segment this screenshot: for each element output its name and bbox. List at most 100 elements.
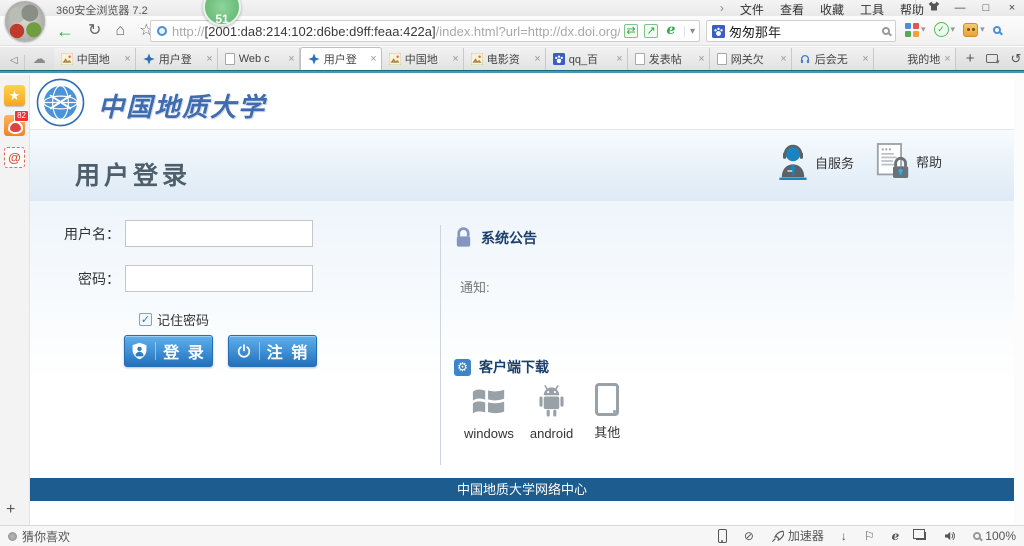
tab-close-icon[interactable]: × [862, 53, 868, 65]
help-link[interactable]: 帮助 [876, 142, 942, 180]
downloads-icon[interactable]: ↓ [841, 530, 847, 542]
login-panel: 用户名： 密码： ✓ 记住密码 登 录 [30, 201, 1014, 478]
sidebar-add-icon[interactable]: + [6, 501, 15, 519]
tab-close-icon[interactable]: × [534, 53, 540, 65]
zoom-control[interactable]: 100% [973, 530, 1016, 542]
tab-4-active[interactable]: 用户登 × [300, 47, 382, 70]
tab-2[interactable]: 用户登 × [136, 48, 218, 70]
tab-10[interactable]: 后会无 × [792, 48, 874, 70]
tab-close-icon[interactable]: × [124, 53, 130, 65]
cloud-sync-icon[interactable]: ☁ [25, 51, 54, 70]
maximize-button[interactable]: □ [978, 0, 994, 16]
tab-3[interactable]: Web c × [218, 48, 300, 70]
remember-password-option[interactable]: ✓ 记住密码 [139, 310, 209, 329]
download-android[interactable]: android [530, 383, 573, 441]
tab-close-icon[interactable]: × [616, 53, 622, 65]
page-favicon-icon [717, 53, 727, 65]
back-icon[interactable]: ← [56, 22, 74, 40]
tab-list-icon[interactable] [986, 54, 998, 63]
download-other[interactable]: 其他 [589, 383, 625, 441]
compatibility-mode-icon[interactable]: e [664, 24, 678, 38]
page-footer: 中国地质大学网络中心 [30, 478, 1014, 501]
username-label: 用户名： [30, 224, 125, 244]
photo-favicon-icon [61, 53, 73, 65]
username-row: 用户名： [30, 220, 313, 247]
self-service-link[interactable]: 自服务 [777, 142, 854, 182]
address-bar[interactable]: http:// [2001:da8:214:102:d6be:d9ff:feaa… [150, 20, 700, 42]
refresh-icon[interactable]: ↻ [88, 23, 101, 39]
skin-theme-icon[interactable] [926, 0, 942, 17]
minimize-button[interactable]: — [952, 0, 968, 16]
ie-mode-icon[interactable]: e [892, 530, 900, 542]
windows-icon [470, 384, 508, 420]
proxy-disabled-icon[interactable]: ⊘ [744, 530, 754, 542]
tab-close-icon[interactable]: × [698, 53, 704, 65]
download-windows[interactable]: windows [464, 384, 514, 441]
chevron-down-icon[interactable]: ▾ [951, 24, 956, 35]
guess-you-like[interactable]: 猜你喜欢 [8, 528, 70, 545]
home-icon[interactable]: ⌂ [115, 23, 125, 39]
tab-close-icon[interactable]: × [206, 53, 212, 65]
tab-scroll-left-icon[interactable]: ◁ [0, 55, 25, 70]
chevron-down-icon[interactable]: ▾ [980, 24, 985, 35]
tab-6[interactable]: 电影资 × [464, 48, 546, 70]
tab-close-icon[interactable]: × [780, 53, 786, 65]
logout-button[interactable]: 注 销 [228, 335, 317, 367]
password-input[interactable] [125, 265, 313, 292]
favorites-sidebar-icon[interactable]: ★ [4, 85, 25, 106]
guess-label: 猜你喜欢 [22, 528, 70, 545]
tab-label: 中国地 [77, 51, 121, 67]
button-divider [155, 342, 156, 360]
window-titlebar: 360安全浏览器 7.2 › 文件 查看 收藏 工具 帮助 — □ × [0, 0, 1024, 16]
security-shield-button[interactable]: ✓ ▾ [932, 20, 958, 39]
tab-11[interactable]: 我的地 × [874, 48, 956, 70]
tab-5[interactable]: 中国地 × [382, 48, 464, 70]
snapshot-button[interactable]: ▾ [961, 21, 987, 39]
tab-close-icon[interactable]: × [944, 53, 950, 65]
notice-label: 通知: [460, 277, 490, 296]
accelerator-label: 加速器 [788, 530, 824, 542]
tab-close-icon[interactable]: × [288, 53, 294, 65]
page-header-band: 用户登录 自服务 [30, 130, 1014, 201]
window-controls: — □ × [915, 0, 1020, 16]
search-input[interactable] [729, 24, 878, 39]
tab-8[interactable]: 发表帖 × [628, 48, 710, 70]
tab-label: 发表帖 [649, 51, 695, 67]
page-find-button[interactable] [991, 24, 1003, 36]
mention-sidebar-icon[interactable]: @ [4, 147, 25, 168]
accelerator-button[interactable]: 加速器 [771, 530, 824, 543]
download-android-label: android [530, 426, 573, 441]
chevron-down-icon[interactable]: ▾ [921, 24, 926, 35]
app-grid-button[interactable]: ▾ [903, 21, 928, 39]
window-layout-icon[interactable] [916, 532, 926, 540]
self-service-label: 自服务 [815, 153, 854, 172]
status-bar: 猜你喜欢 ⊘ 加速器 ↓ ⚐ e 100% [0, 525, 1024, 546]
speaker-icon[interactable] [943, 530, 956, 542]
translate-icon[interactable]: ⇄ [624, 24, 638, 38]
power-icon [236, 343, 252, 360]
weibo-sidebar-icon[interactable]: 82 [4, 115, 25, 136]
reopen-closed-tab-icon[interactable]: ↺ [1010, 52, 1021, 65]
mobile-phone-icon[interactable] [718, 529, 727, 543]
user-avatar[interactable] [5, 1, 45, 41]
tab-9[interactable]: 网关欠 × [710, 48, 792, 70]
tab-label: 我的地 [881, 51, 941, 67]
remember-checkbox[interactable]: ✓ [139, 313, 152, 326]
password-label: 密码： [30, 269, 125, 289]
url-dropdown-icon[interactable]: ▾ [684, 26, 695, 37]
login-button[interactable]: 登 录 [124, 335, 213, 367]
username-input[interactable] [125, 220, 313, 247]
search-magnifier-icon[interactable] [882, 27, 890, 35]
button-divider [259, 342, 260, 360]
tab-7[interactable]: qq_百 × [546, 48, 628, 70]
address-bar-actions: ⇄ ↗ e ▾ [624, 24, 695, 38]
share-icon[interactable]: ↗ [644, 24, 658, 38]
tab-label: qq_百 [569, 51, 613, 67]
tab-close-icon[interactable]: × [370, 53, 376, 65]
tab-close-icon[interactable]: × [452, 53, 458, 65]
new-tab-icon[interactable]: + [966, 51, 975, 66]
search-box[interactable] [706, 20, 896, 42]
tab-1[interactable]: 中国地 × [54, 48, 136, 70]
report-flag-icon[interactable]: ⚐ [864, 530, 875, 542]
close-button[interactable]: × [1004, 0, 1020, 16]
